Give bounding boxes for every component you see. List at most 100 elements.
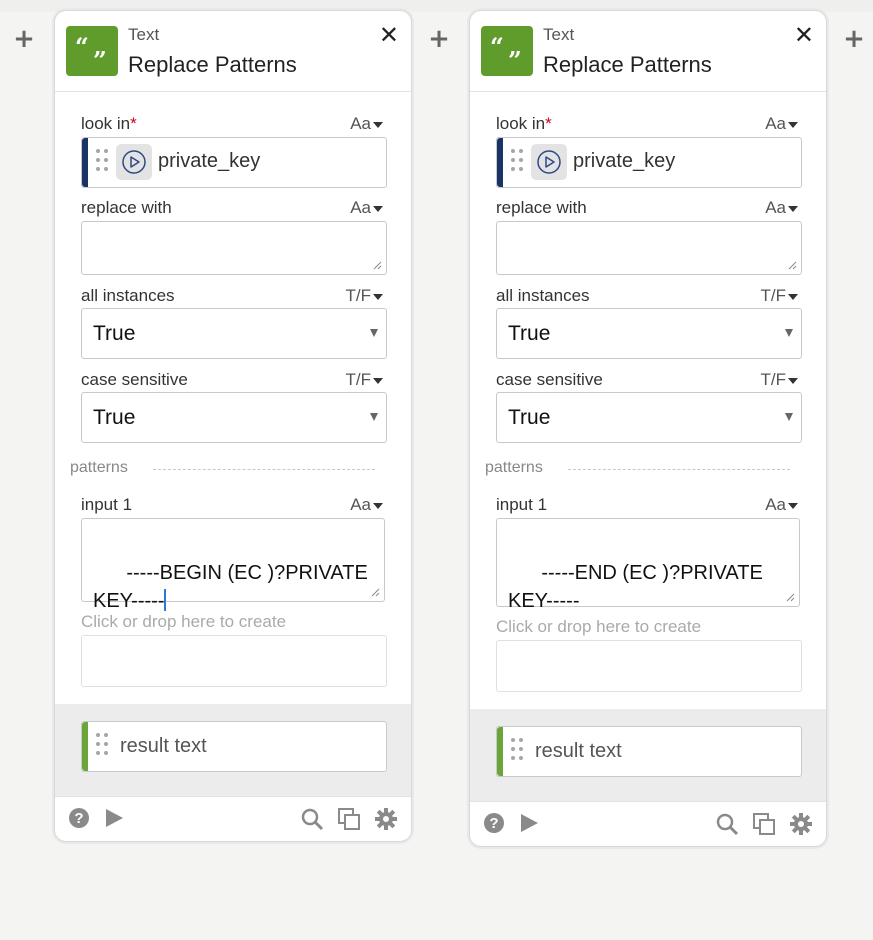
input-1-type-dropdown[interactable]: Aa: [765, 495, 798, 515]
block-title: Replace Patterns: [543, 52, 712, 77]
result-text-output[interactable]: result text: [496, 726, 802, 777]
output-name: result text: [535, 740, 622, 762]
look-in-type-dropdown[interactable]: Aa: [350, 114, 383, 134]
variable-name: private_key: [573, 150, 676, 172]
caret-down-icon: [373, 121, 383, 128]
caret-down-icon: [373, 377, 383, 384]
look-in-type-dropdown[interactable]: Aa: [765, 114, 798, 134]
replace-with-label: replace with: [496, 198, 587, 217]
help-icon[interactable]: ?: [68, 807, 90, 829]
block-footer: ?: [55, 796, 411, 839]
block-category: Text: [128, 25, 160, 44]
case-sensitive-label: case sensitive: [496, 370, 603, 389]
add-block-right-plus-icon[interactable]: +: [843, 26, 865, 52]
case-sensitive-select[interactable]: True: [496, 392, 802, 443]
add-block-left-plus-icon[interactable]: +: [13, 26, 35, 52]
block-header[interactable]: “” Text Replace Patterns ✕: [55, 11, 411, 92]
svg-text:?: ?: [74, 810, 83, 827]
all-instances-label: all instances: [496, 286, 590, 305]
resize-grip-icon[interactable]: [787, 260, 797, 270]
settings-icon[interactable]: [789, 812, 813, 836]
drop-zone[interactable]: [81, 635, 387, 687]
all-instances-label: all instances: [81, 286, 175, 305]
required-marker: *: [545, 114, 552, 133]
drag-handle-icon[interactable]: [96, 733, 110, 759]
run-icon[interactable]: [518, 812, 540, 834]
replace-with-type-dropdown[interactable]: Aa: [765, 198, 798, 218]
case-sensitive-value: True: [93, 406, 136, 429]
select-arrow-icon: [785, 413, 793, 421]
output-area: result text: [55, 704, 411, 796]
output-accent-bar: [497, 727, 503, 776]
input-1-textarea[interactable]: -----END (EC )?PRIVATE KEY-----: [496, 518, 800, 612]
resize-grip-icon[interactable]: [372, 260, 382, 270]
all-instances-value: True: [508, 322, 551, 345]
block-category: Text: [543, 25, 575, 44]
patterns-section-label: patterns: [70, 459, 128, 476]
resize-grip-icon[interactable]: [785, 592, 795, 602]
close-icon[interactable]: ✕: [794, 21, 814, 50]
play-variable-icon[interactable]: [531, 144, 567, 180]
drop-hint: Click or drop here to create: [496, 617, 702, 636]
search-icon[interactable]: [715, 812, 739, 836]
input-1-label: input 1: [81, 495, 133, 514]
play-variable-icon[interactable]: [116, 144, 152, 180]
all-instances-type-dropdown[interactable]: T/F: [346, 286, 383, 306]
look-in-slot[interactable]: private_key: [81, 137, 387, 188]
input-accent-bar: [82, 138, 88, 187]
replace-with-textarea[interactable]: [81, 221, 387, 275]
replace-with-label: replace with: [81, 198, 172, 217]
caret-down-icon: [373, 502, 383, 509]
all-instances-value: True: [93, 322, 136, 345]
section-divider: [153, 469, 375, 470]
block-header[interactable]: “” Text Replace Patterns ✕: [470, 11, 826, 92]
look-in-slot[interactable]: private_key: [496, 137, 802, 188]
replace-with-textarea[interactable]: [496, 221, 802, 275]
drag-handle-icon[interactable]: [511, 149, 525, 175]
case-sensitive-select[interactable]: True: [81, 392, 387, 443]
patterns-section-label: patterns: [485, 459, 543, 476]
input-1-label: input 1: [496, 495, 548, 514]
drag-handle-icon[interactable]: [511, 738, 525, 764]
add-block-middle-plus-icon[interactable]: +: [428, 26, 450, 52]
help-icon[interactable]: ?: [483, 812, 505, 834]
input-1-value: -----BEGIN (EC )?PRIVATE KEY-----: [93, 562, 374, 612]
caret-down-icon: [373, 205, 383, 212]
replace-patterns-block-2[interactable]: “” Text Replace Patterns ✕ look in* Aa p…: [469, 10, 827, 847]
replace-with-type-dropdown[interactable]: Aa: [350, 198, 383, 218]
caret-down-icon: [788, 205, 798, 212]
case-sensitive-type-dropdown[interactable]: T/F: [346, 370, 383, 390]
select-arrow-icon: [370, 329, 378, 337]
caret-down-icon: [373, 293, 383, 300]
run-icon[interactable]: [103, 807, 125, 829]
caret-down-icon: [788, 502, 798, 509]
look-in-label: look in*: [496, 114, 552, 133]
replace-patterns-block-1[interactable]: “” Text Replace Patterns ✕ look in* Aa p…: [54, 10, 412, 842]
duplicate-icon[interactable]: [752, 812, 776, 836]
select-arrow-icon: [370, 413, 378, 421]
caret-down-icon: [788, 377, 798, 384]
search-icon[interactable]: [300, 807, 324, 831]
all-instances-select[interactable]: True: [496, 308, 802, 359]
look-in-label: look in*: [81, 114, 137, 133]
result-text-output[interactable]: result text: [81, 721, 387, 772]
all-instances-select[interactable]: True: [81, 308, 387, 359]
output-name: result text: [120, 735, 207, 757]
close-icon[interactable]: ✕: [379, 21, 399, 50]
duplicate-icon[interactable]: [337, 807, 361, 831]
drop-zone[interactable]: [496, 640, 802, 692]
text-quote-icon: “”: [66, 26, 118, 76]
input-1-textarea[interactable]: -----BEGIN (EC )?PRIVATE KEY-----: [81, 518, 385, 612]
text-cursor: [164, 589, 167, 611]
case-sensitive-type-dropdown[interactable]: T/F: [761, 370, 798, 390]
caret-down-icon: [788, 293, 798, 300]
drag-handle-icon[interactable]: [96, 149, 110, 175]
all-instances-type-dropdown[interactable]: T/F: [761, 286, 798, 306]
settings-icon[interactable]: [374, 807, 398, 831]
resize-grip-icon[interactable]: [370, 587, 380, 597]
input-1-value: -----END (EC )?PRIVATE KEY-----: [508, 562, 769, 612]
input-1-type-dropdown[interactable]: Aa: [350, 495, 383, 515]
case-sensitive-value: True: [508, 406, 551, 429]
svg-text:?: ?: [489, 815, 498, 832]
output-accent-bar: [82, 722, 88, 771]
